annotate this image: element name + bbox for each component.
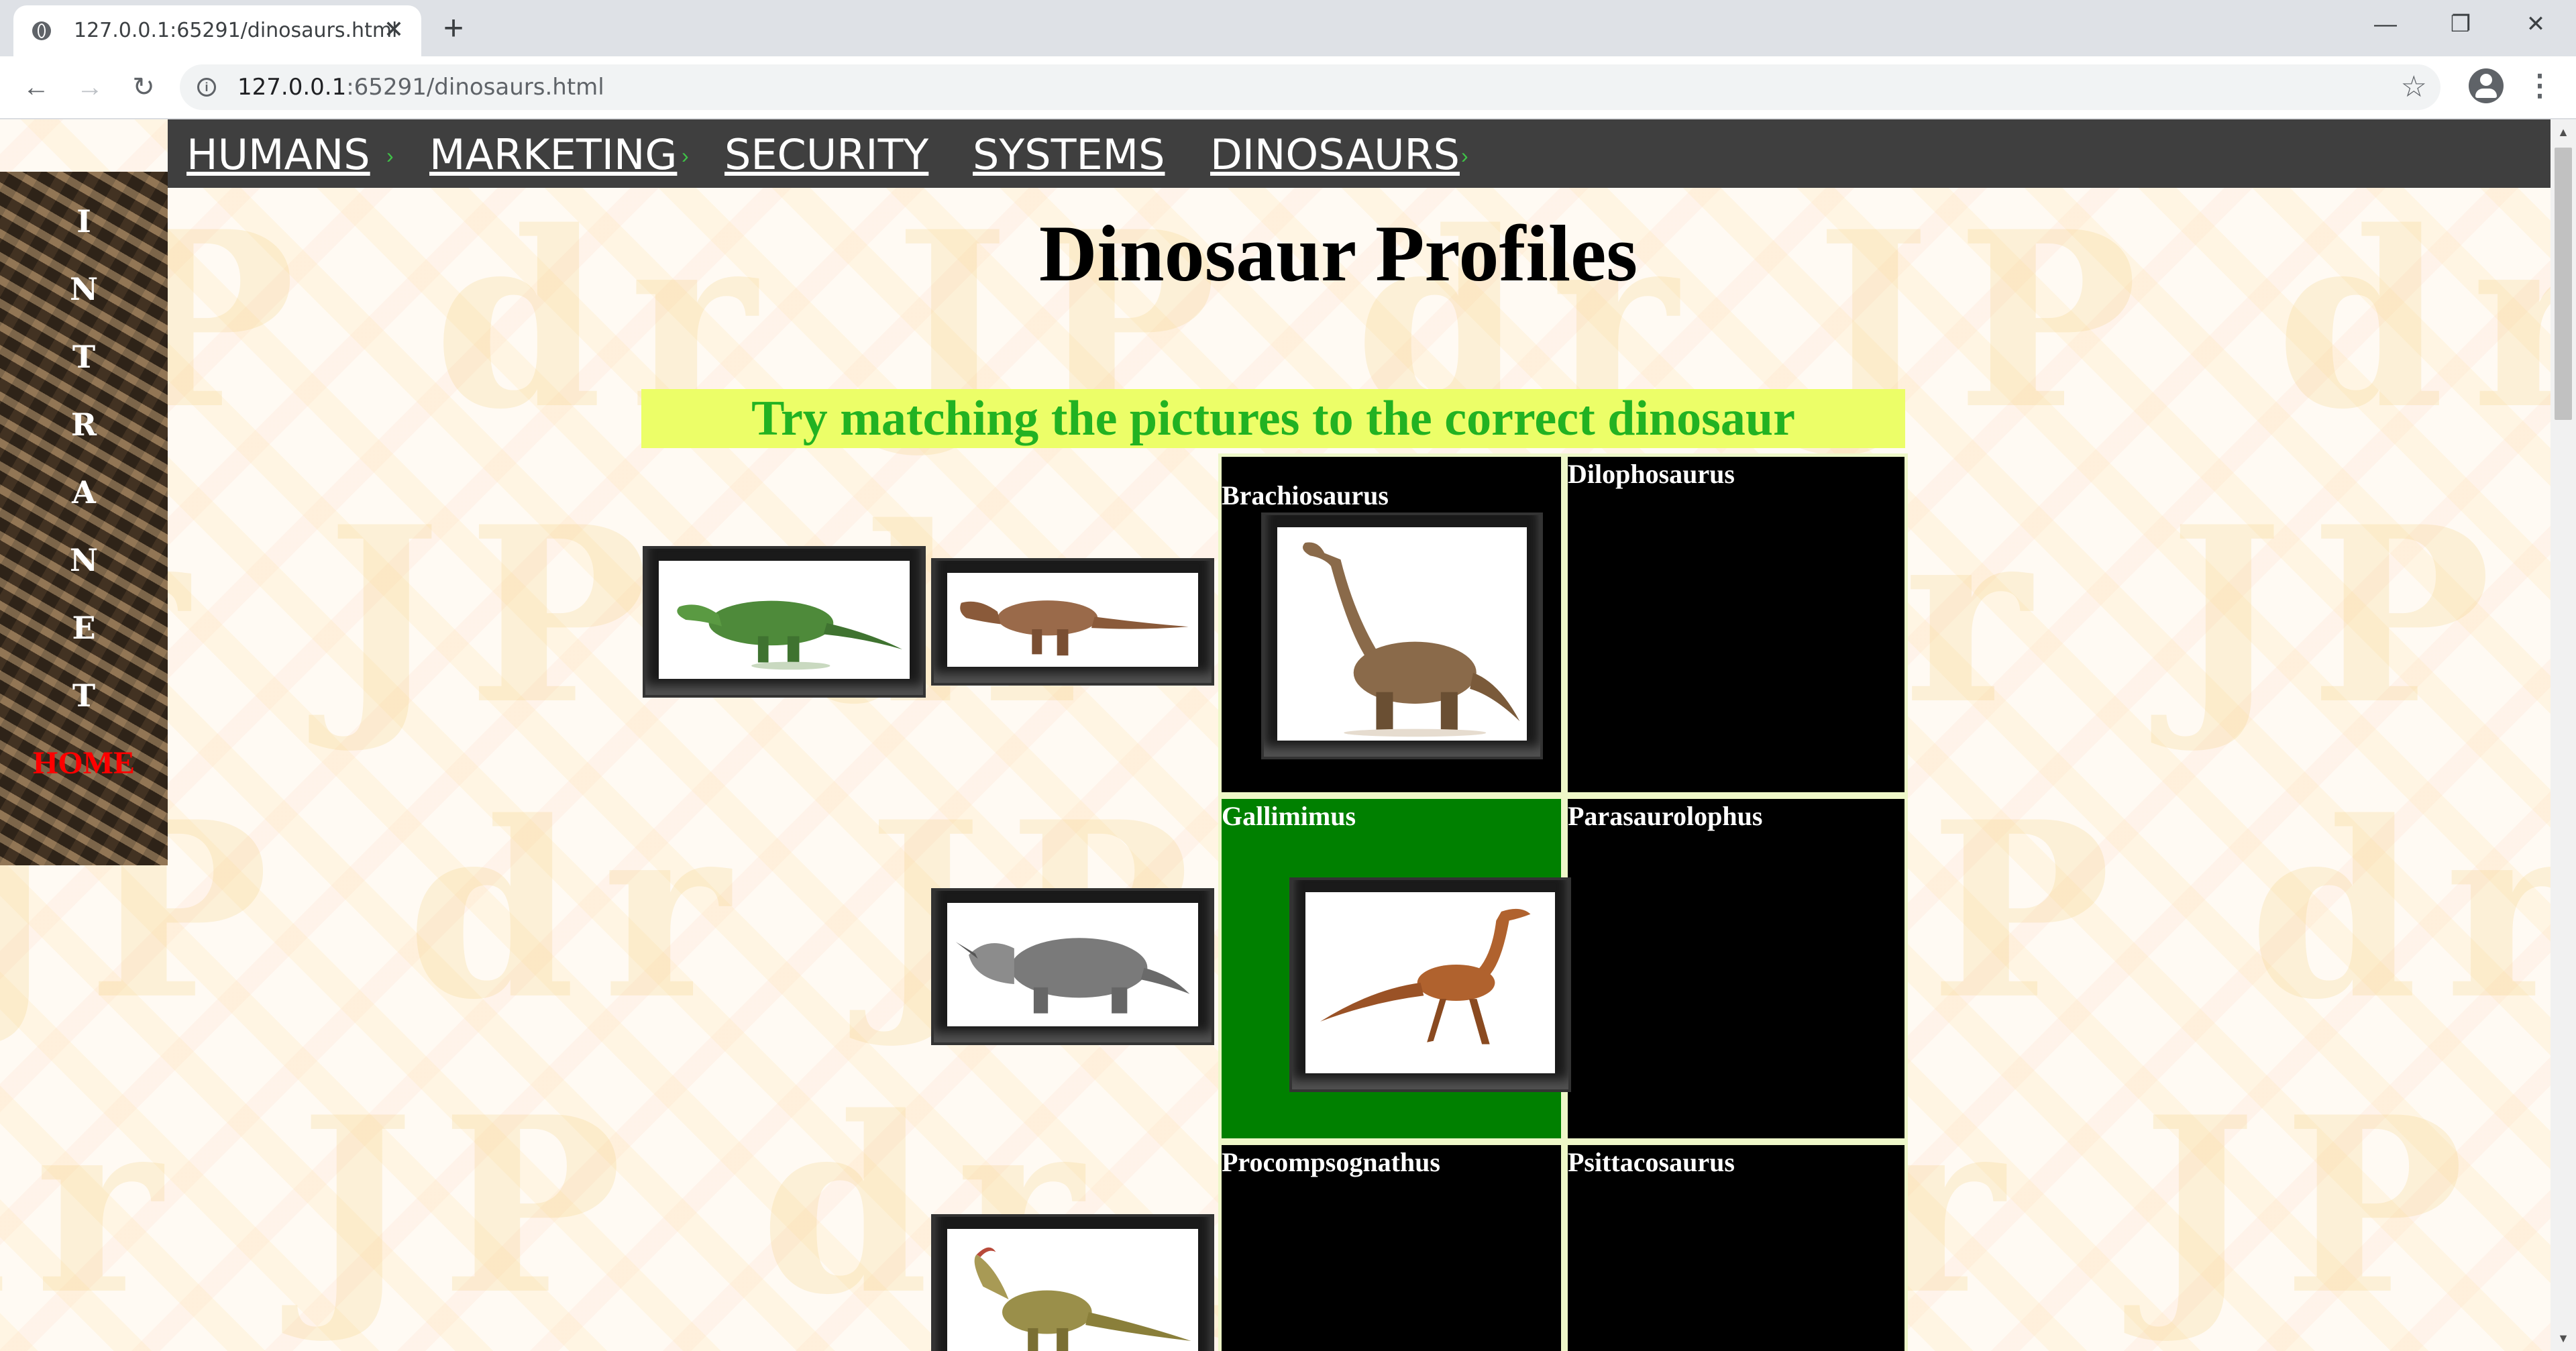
home-link[interactable]: HOME [0,743,168,783]
nav-arrow-icon: › [682,144,689,168]
dinosaur-picture[interactable] [931,558,1214,686]
dinosaur-picture[interactable] [1261,512,1543,759]
scrollbar-thumb[interactable] [2555,148,2572,420]
cell-label: Dilophosaurus [1568,459,1735,489]
cell-label: Procompsognathus [1222,1147,1440,1177]
dinosaur-picture[interactable] [931,888,1214,1045]
intranet-sidebar: I N T R A N E T HOME [0,172,168,865]
address-bar[interactable]: i 127.0.0.1:65291/dinosaurs.html ☆ [180,64,2440,110]
page-viewport: JP dr JP dr JP dr JP dr JP dr dr JP dr J… [0,119,2551,1351]
top-navigation: HUMANS › MARKETING › SECURITY SYSTEMS DI… [168,119,2551,188]
restore-button[interactable]: ❐ [2423,0,2498,48]
scroll-down-icon[interactable]: ▼ [2551,1326,2576,1351]
nav-link-security[interactable]: SECURITY [724,131,928,178]
bookmark-star-icon[interactable]: ☆ [2401,70,2427,105]
page-title: Dinosaur Profiles [1038,209,1638,298]
dinosaur-picture[interactable] [931,1214,1214,1351]
cell-label: Psittacosaurus [1568,1147,1735,1177]
browser-toolbar: ← → ↻ i 127.0.0.1:65291/dinosaurs.html ☆… [0,56,2576,119]
dilophosaurus-icon [974,1247,1191,1351]
cell-label: Parasaurolophus [1568,801,1763,831]
gallimimus-icon [1320,908,1531,1044]
tyrannosaurus-icon [960,600,1189,656]
globe-icon [32,21,51,40]
browser-tab-strip: 127.0.0.1:65291/dinosaurs.html ✕ + — ❐ ✕ [0,0,2576,56]
drop-cell-dilophosaurus[interactable]: Dilophosaurus [1564,453,1908,796]
url-path: :65291/dinosaurs.html [346,74,604,101]
nav-link-marketing[interactable]: MARKETING [429,131,677,178]
sidebar-letter: T [72,678,96,714]
drop-cell-psittacosaurus[interactable]: Psittacosaurus [1564,1142,1908,1351]
nav-link-humans[interactable]: HUMANS [186,131,370,178]
page-scrollbar[interactable]: ▲ ▼ [2551,119,2576,1351]
url-text[interactable]: 127.0.0.1:65291/dinosaurs.html [237,74,604,101]
sidebar-letter: A [72,474,96,510]
browser-tab[interactable]: 127.0.0.1:65291/dinosaurs.html ✕ [13,5,421,56]
profile-avatar-icon[interactable] [2469,68,2504,103]
nav-arrow-icon: › [1461,144,1468,168]
green-dinosaur-icon [677,600,902,670]
tab-title: 127.0.0.1:65291/dinosaurs.html [74,19,398,42]
cell-label: Brachiosaurus [1222,480,1389,510]
drop-cell-procompsognathus[interactable]: Procompsognathus [1218,1142,1564,1351]
site-info-icon[interactable]: i [197,78,216,97]
triceratops-icon [955,938,1190,1014]
tab-close-button[interactable]: ✕ [379,15,409,44]
window-close-button[interactable]: ✕ [2498,0,2573,48]
dinosaur-picture[interactable] [643,546,926,698]
url-host: 127.0.0.1 [237,74,347,101]
back-arrow-icon[interactable]: ← [17,68,55,106]
instruction-banner: Try matching the pictures to the correct… [641,389,1905,448]
sidebar-letter: R [70,407,97,443]
sidebar-letter: E [72,610,96,646]
dinosaur-picture[interactable] [1289,877,1571,1092]
forward-arrow-icon[interactable]: → [71,68,109,106]
sidebar-letter: I [76,203,91,239]
nav-link-systems[interactable]: SYSTEMS [973,131,1165,178]
reload-icon[interactable]: ↻ [125,68,162,106]
scroll-up-icon[interactable]: ▲ [2551,119,2576,145]
minimize-button[interactable]: — [2348,0,2423,48]
browser-menu-icon[interactable]: ⋮ [2525,67,2555,105]
drop-cell-parasaurolophus[interactable]: Parasaurolophus [1564,796,1908,1142]
nav-link-dinosaurs[interactable]: DINOSAURS [1210,131,1460,178]
nav-arrow-icon: › [386,144,394,168]
sidebar-letter: N [69,271,99,307]
new-tab-button[interactable]: + [435,9,472,47]
sidebar-letter: T [72,339,96,375]
sidebar-letter: N [69,542,99,578]
cell-label: Gallimimus [1222,801,1356,831]
brachiosaurus-icon [1303,542,1520,737]
